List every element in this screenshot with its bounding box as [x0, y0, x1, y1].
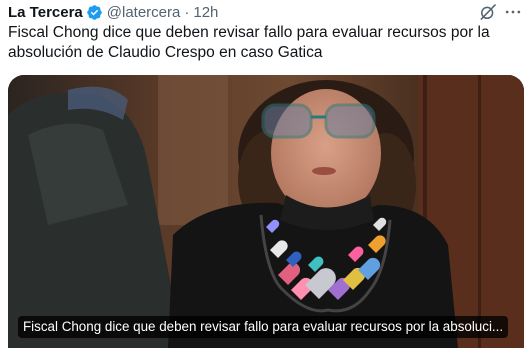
timestamp[interactable]: 12h — [193, 4, 218, 21]
grok-icon[interactable] — [478, 2, 498, 22]
tweet-header: La Tercera @latercera · 12h — [8, 2, 218, 22]
tweet-text: Fiscal Chong dice que deben revisar fall… — [8, 24, 490, 61]
separator-dot: · — [184, 3, 190, 21]
author-name[interactable]: La Tercera — [8, 4, 83, 21]
tweet[interactable]: La Tercera @latercera · 12h Fiscal Chong… — [0, 0, 528, 348]
verified-badge-icon — [87, 4, 102, 20]
news-photo — [8, 75, 524, 348]
author-handle[interactable]: @latercera — [107, 4, 181, 21]
media-caption: Fiscal Chong dice que deben revisar fall… — [18, 316, 508, 338]
media-image[interactable] — [8, 75, 524, 348]
more-options-icon[interactable] — [503, 2, 523, 22]
